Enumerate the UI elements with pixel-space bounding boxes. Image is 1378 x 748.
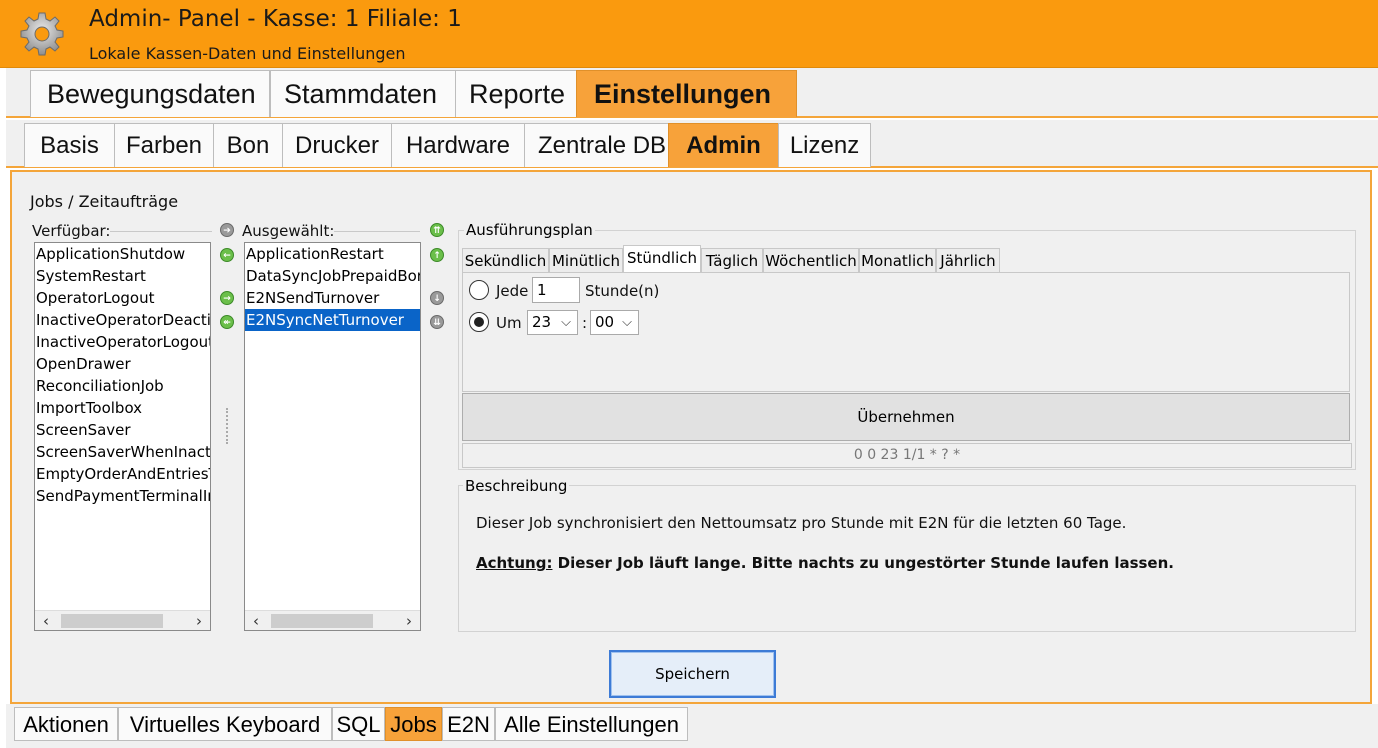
scroll-thumb[interactable]	[271, 614, 373, 628]
list-item[interactable]: EmptyOrderAndEntriesT	[35, 463, 210, 485]
time-colon: :	[582, 314, 588, 332]
selected-items: ApplicationRestart DataSyncJobPrepaidBonu…	[245, 243, 420, 331]
section-title: Jobs / Zeitaufträge	[30, 192, 179, 211]
at-label: Um	[496, 314, 522, 332]
hour-select[interactable]: 23 ⌵	[527, 310, 578, 335]
selected-jobs-list[interactable]: ApplicationRestart DataSyncJobPrepaidBonu…	[244, 242, 421, 631]
list-item[interactable]: E2NSendTurnover	[245, 287, 420, 309]
chevron-down-icon: ⌵	[622, 315, 632, 330]
list-item[interactable]: OpenDrawer	[35, 353, 210, 375]
radio-every[interactable]	[469, 280, 489, 300]
apply-button[interactable]: Übernehmen	[462, 393, 1350, 441]
cron-expression: 0 0 23 1/1 * ? *	[462, 443, 1352, 468]
description-warning: Achtung: Dieser Job läuft lange. Bitte n…	[476, 554, 1174, 572]
list-item[interactable]: InactiveOperatorDeactiva	[35, 309, 210, 331]
list-item[interactable]: OperatorLogout	[35, 287, 210, 309]
tab-jaehrlich[interactable]: Jährlich	[936, 248, 1000, 273]
tab-zentrale-db[interactable]: Zentrale DB	[524, 123, 672, 167]
separator	[110, 231, 212, 232]
chevron-down-icon: ⌵	[561, 315, 571, 330]
tab-hardware[interactable]: Hardware	[391, 123, 525, 167]
available-items: ApplicationShutdow SystemRestart OperatorL…	[35, 243, 210, 507]
gear-icon	[20, 12, 64, 56]
list-item[interactable]: ScreenSaverWhenInactiv	[35, 441, 210, 463]
splitter-handle[interactable]	[226, 408, 228, 444]
tab-reporte[interactable]: Reporte	[455, 70, 579, 117]
list-item[interactable]: ApplicationRestart	[245, 243, 420, 265]
tab-woechentlich[interactable]: Wöchentlich	[763, 248, 859, 273]
selected-hscrollbar[interactable]: ‹ ›	[245, 610, 420, 630]
move-right-icon[interactable]: →	[220, 291, 234, 305]
description-text: Dieser Job synchronisiert den Nettoumsat…	[476, 514, 1127, 532]
tab-bewegungsdaten[interactable]: Bewegungsdaten	[30, 70, 270, 117]
tab-admin[interactable]: Admin	[668, 123, 779, 167]
tab-stuendlich[interactable]: Stündlich	[623, 245, 701, 273]
move-top-icon[interactable]: ⇈	[430, 223, 444, 237]
description-legend: Beschreibung	[463, 477, 570, 495]
tab-taeglich[interactable]: Täglich	[701, 248, 763, 273]
every-hours-input[interactable]: 1	[532, 277, 580, 303]
main-tab-bar: Bewegungsdaten Stammdaten Reporte Einste…	[6, 68, 1378, 118]
tab-monatlich[interactable]: Monatlich	[859, 248, 936, 273]
scroll-left-icon[interactable]: ‹	[247, 612, 265, 630]
tab-bon[interactable]: Bon	[213, 123, 283, 167]
tab-basis[interactable]: Basis	[24, 123, 115, 167]
list-item[interactable]: ApplicationShutdow	[35, 243, 210, 265]
list-item[interactable]: DataSyncJobPrepaidBonu	[245, 265, 420, 287]
schedule-legend: Ausführungsplan	[464, 221, 595, 239]
save-button[interactable]: Speichern	[609, 650, 776, 698]
tab-jobs[interactable]: Jobs	[385, 707, 442, 741]
move-left-icon[interactable]: ←	[220, 248, 234, 262]
tab-drucker[interactable]: Drucker	[282, 123, 392, 167]
tab-minuetlich[interactable]: Minütlich	[549, 248, 623, 273]
scroll-thumb[interactable]	[61, 614, 163, 628]
tab-aktionen[interactable]: Aktionen	[14, 707, 118, 741]
tab-alle-einstellungen[interactable]: Alle Einstellungen	[495, 707, 688, 741]
every-unit-label: Stunde(n)	[585, 282, 660, 300]
minute-select[interactable]: 00 ⌵	[590, 310, 639, 335]
tab-e2n[interactable]: E2N	[442, 707, 495, 741]
warning-text: Dieser Job läuft lange. Bitte nachts zu …	[552, 554, 1174, 572]
schedule-tab-bar: Sekündlich Minütlich Stündlich Täglich W…	[462, 245, 1352, 273]
list-item[interactable]: SystemRestart	[35, 265, 210, 287]
every-label: Jede	[496, 282, 529, 300]
tab-lizenz[interactable]: Lizenz	[778, 123, 871, 167]
schedule-tab-content: Jede 1 Stunde(n) Um 23 ⌵ : 00 ⌵	[462, 272, 1350, 392]
list-item[interactable]: InactiveOperatorLogout	[35, 331, 210, 353]
tab-stammdaten[interactable]: Stammdaten	[270, 70, 456, 117]
hour-value: 23	[532, 313, 552, 331]
list-item[interactable]: ScreenSaver	[35, 419, 210, 441]
tab-sql[interactable]: SQL	[332, 707, 385, 741]
list-item[interactable]: ReconciliationJob	[35, 375, 210, 397]
tab-sekuendlich[interactable]: Sekündlich	[462, 248, 549, 273]
scroll-right-icon[interactable]: ›	[400, 612, 418, 630]
move-all-right-icon[interactable]: ➔	[220, 223, 234, 237]
window-title: Admin- Panel - Kasse: 1 Filiale: 1	[89, 6, 462, 32]
radio-at[interactable]	[469, 312, 489, 332]
window-subtitle: Lokale Kassen-Daten und Einstellungen	[89, 44, 406, 63]
list-item[interactable]: ImportToolbox	[35, 397, 210, 419]
move-down-icon[interactable]: ↓	[430, 291, 444, 305]
tab-farben[interactable]: Farben	[114, 123, 214, 167]
tab-einstellungen[interactable]: Einstellungen	[576, 70, 797, 117]
sub-tab-bar: Basis Farben Bon Drucker Hardware Zentra…	[6, 120, 1378, 168]
tab-virtuelles-keyboard[interactable]: Virtuelles Keyboard	[118, 707, 332, 741]
selected-label: Ausgewählt:	[242, 222, 335, 240]
available-jobs-list[interactable]: ApplicationShutdow SystemRestart OperatorL…	[34, 242, 211, 631]
scroll-left-icon[interactable]: ‹	[37, 612, 55, 630]
content-panel: Jobs / Zeitaufträge Verfügbar: Applicati…	[10, 170, 1372, 704]
move-all-left-icon[interactable]: ↞	[220, 315, 234, 329]
available-label: Verfügbar:	[32, 222, 111, 240]
separator	[334, 231, 420, 232]
scroll-right-icon[interactable]: ›	[190, 612, 208, 630]
app-header: Admin- Panel - Kasse: 1 Filiale: 1 Lokal…	[0, 0, 1378, 68]
warning-label: Achtung:	[476, 554, 553, 572]
minute-value: 00	[595, 313, 615, 331]
list-item[interactable]: E2NSyncNetTurnover	[245, 309, 420, 331]
bottom-tab-bar: Aktionen Virtuelles Keyboard SQL Jobs E2…	[6, 704, 1378, 748]
move-up-icon[interactable]: ↑	[430, 248, 444, 262]
available-hscrollbar[interactable]: ‹ ›	[35, 610, 210, 630]
move-bottom-icon[interactable]: ⇊	[430, 315, 444, 329]
list-item[interactable]: SendPaymentTerminalIn	[35, 485, 210, 507]
